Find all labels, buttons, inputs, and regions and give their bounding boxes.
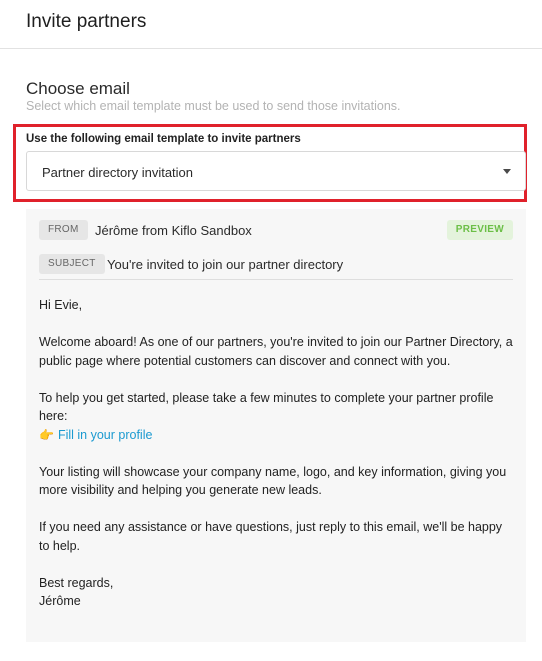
subject-tag: SUBJECT bbox=[39, 254, 105, 274]
selected-template: Partner directory invitation bbox=[42, 165, 194, 180]
email-preview-panel: FROM Jérôme from Kiflo Sandbox PREVIEW S… bbox=[26, 209, 526, 642]
fill-profile-link[interactable]: Fill in your profile bbox=[58, 428, 152, 442]
email-template-select[interactable]: Partner directory invitation bbox=[26, 151, 526, 191]
email-closing: Best regards, bbox=[39, 575, 114, 590]
email-signature: Jérôme bbox=[39, 594, 81, 608]
from-row: FROM Jérôme from Kiflo Sandbox PREVIEW bbox=[39, 213, 513, 245]
email-greeting: Hi Evie, bbox=[39, 298, 83, 312]
pointing-hand-icon: 👉 bbox=[39, 427, 54, 442]
subject-row: SUBJECT You're invited to join our partn… bbox=[39, 247, 513, 280]
page-header: Invite partners bbox=[0, 0, 542, 49]
email-paragraph: To help you get started, please take a f… bbox=[39, 390, 494, 424]
preview-badge: PREVIEW bbox=[446, 220, 513, 240]
from-value: Jérôme from Kiflo Sandbox bbox=[95, 223, 252, 238]
section-title: Choose email bbox=[26, 79, 130, 98]
section-subtitle: Select which email template must be used… bbox=[26, 99, 401, 113]
profile-link-line: 👉 Fill in your profile bbox=[39, 426, 513, 445]
from-tag: FROM bbox=[39, 220, 88, 240]
template-field-label: Use the following email template to invi… bbox=[26, 133, 301, 145]
chevron-down-icon bbox=[503, 169, 511, 174]
email-paragraph: Your listing will showcase your company … bbox=[39, 464, 507, 498]
subject-value: You're invited to join our partner direc… bbox=[107, 257, 344, 272]
page-title: Invite partners bbox=[26, 11, 147, 32]
email-paragraph: Welcome aboard! As one of our partners, … bbox=[39, 335, 513, 368]
email-body: Hi Evie, Welcome aboard! As one of our p… bbox=[39, 296, 513, 611]
email-paragraph: If you need any assistance or have quest… bbox=[39, 520, 503, 553]
